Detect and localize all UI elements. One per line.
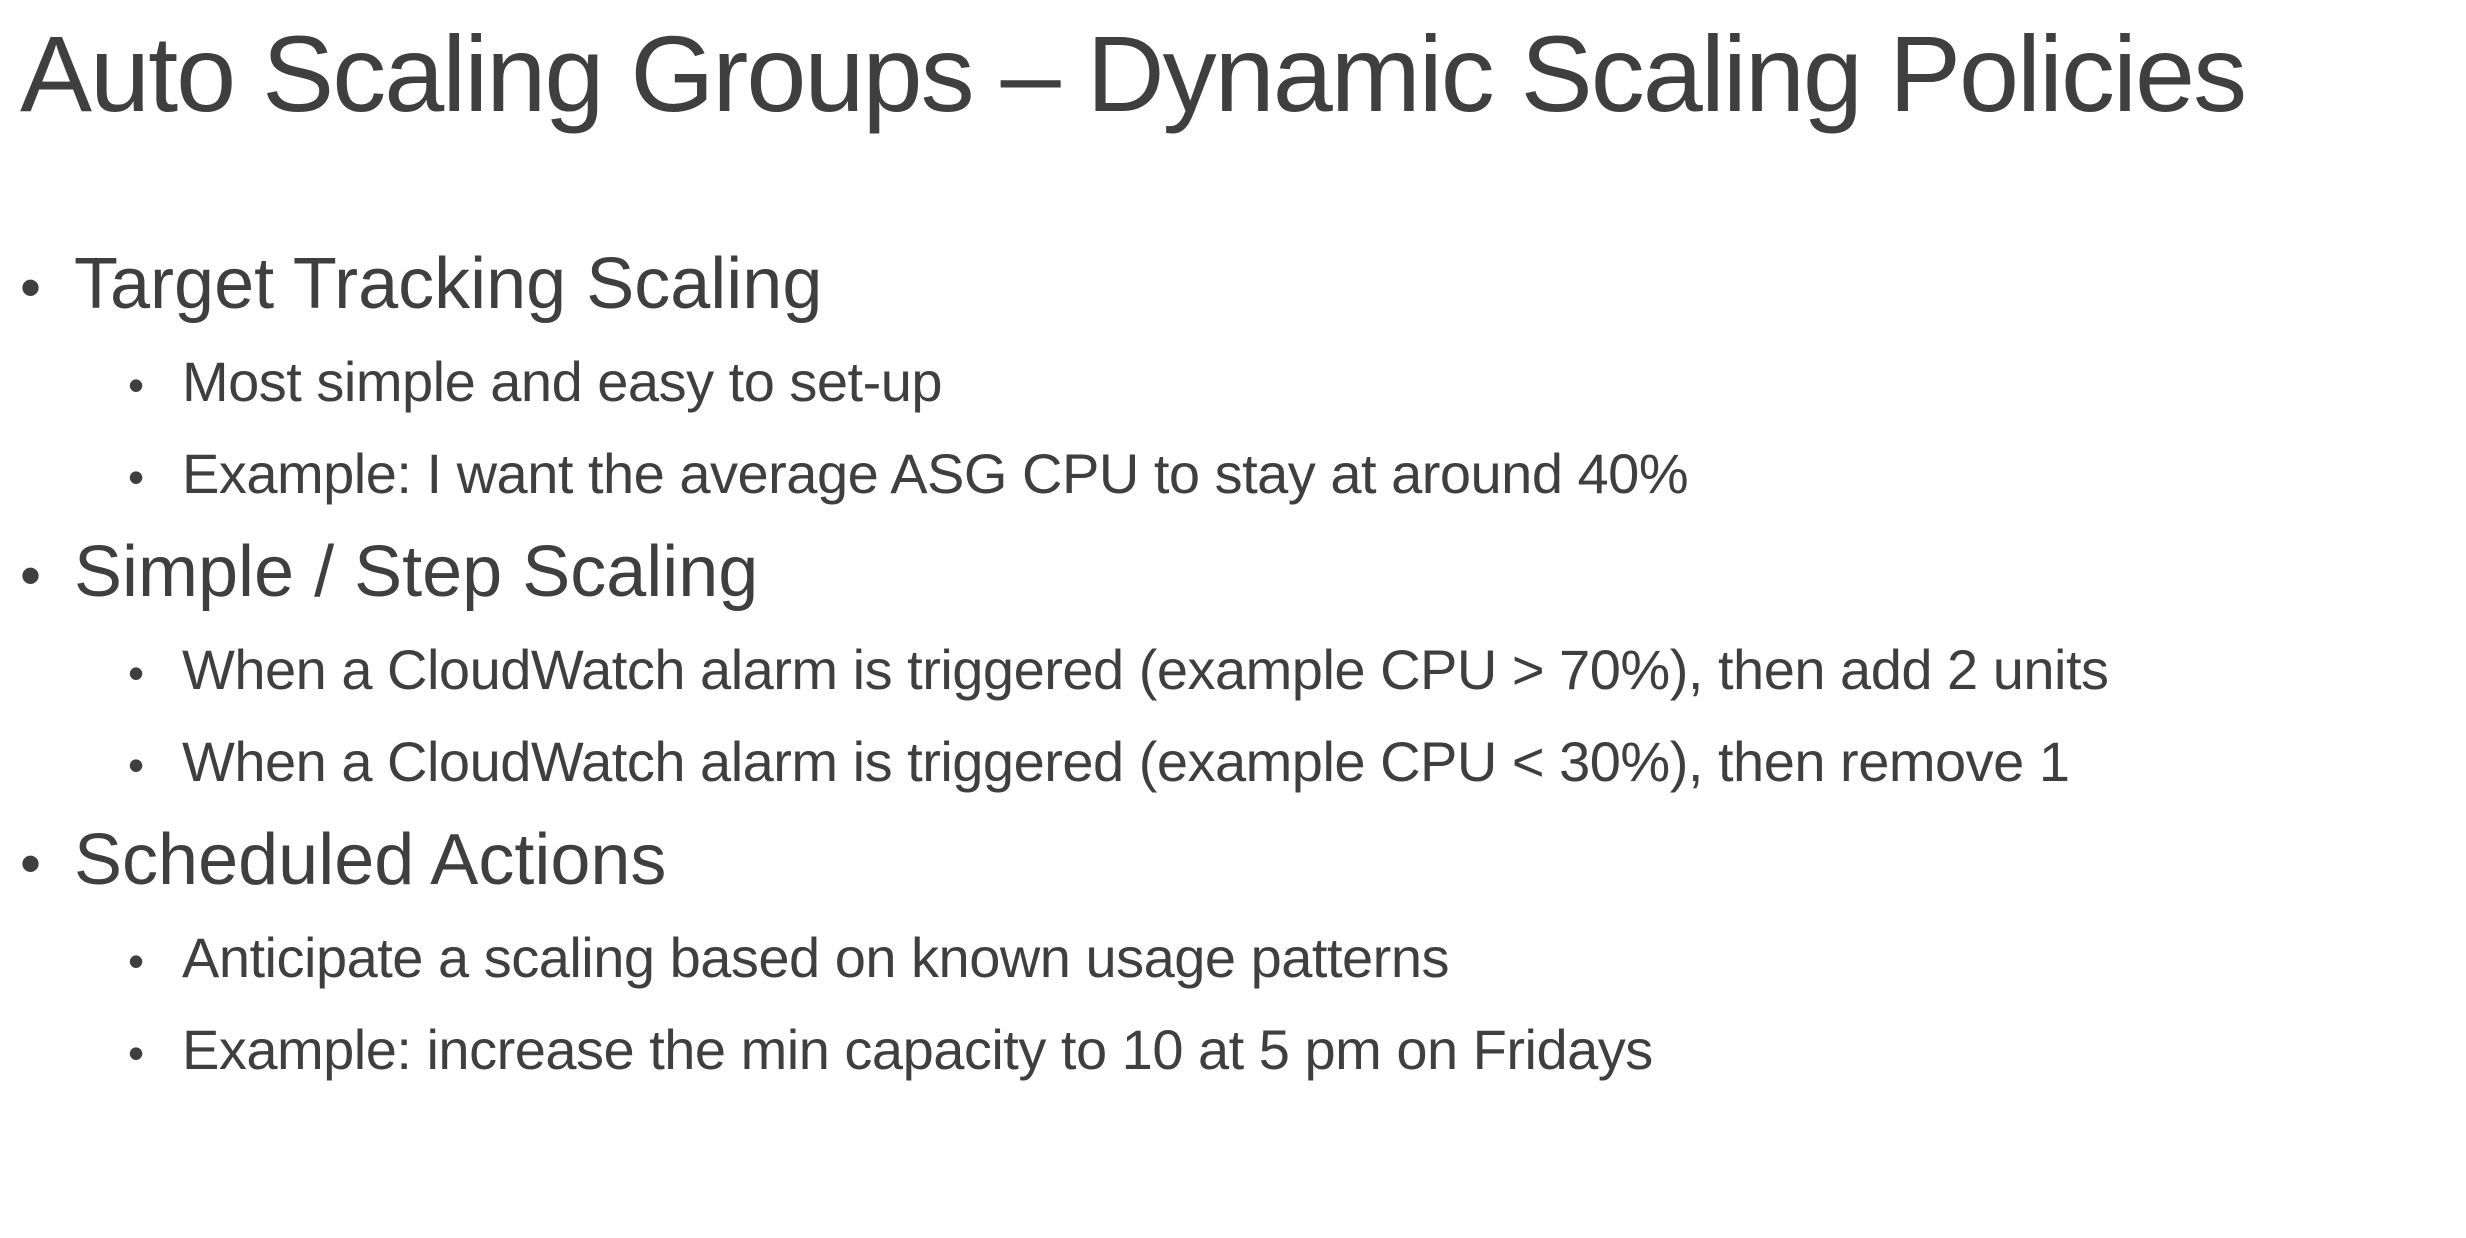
sub-bullet: • Anticipate a scaling based on known us… xyxy=(20,912,2450,1004)
bullet-icon: • xyxy=(20,254,42,321)
sub-bullet-text: When a CloudWatch alarm is triggered (ex… xyxy=(182,730,2070,793)
section-heading-text: Target Tracking Scaling xyxy=(74,244,823,324)
section-simple-step: • Simple / Step Scaling • When a CloudWa… xyxy=(20,520,2450,808)
section-target-tracking: • Target Tracking Scaling • Most simple … xyxy=(20,232,2450,520)
sub-bullet-list: • Most simple and easy to set-up • Examp… xyxy=(20,336,2450,520)
bullet-icon: • xyxy=(20,542,42,609)
section-heading: • Simple / Step Scaling xyxy=(20,520,2450,624)
sub-bullet-list: • When a CloudWatch alarm is triggered (… xyxy=(20,624,2450,808)
section-scheduled-actions: • Scheduled Actions • Anticipate a scali… xyxy=(20,808,2450,1096)
sub-bullet-text: Most simple and easy to set-up xyxy=(182,350,943,413)
sub-bullet-text: Example: increase the min capacity to 10… xyxy=(182,1018,1653,1081)
bullet-icon: • xyxy=(128,935,145,987)
section-heading: • Target Tracking Scaling xyxy=(20,232,2450,336)
sub-bullet: • Most simple and easy to set-up xyxy=(20,336,2450,428)
sub-bullet: • When a CloudWatch alarm is triggered (… xyxy=(20,716,2450,808)
section-heading-text: Scheduled Actions xyxy=(74,820,667,900)
sub-bullet: • When a CloudWatch alarm is triggered (… xyxy=(20,624,2450,716)
section-heading-text: Simple / Step Scaling xyxy=(74,532,759,612)
sub-bullet: • Example: increase the min capacity to … xyxy=(20,1004,2450,1096)
bullet-icon: • xyxy=(20,830,42,897)
slide-title: Auto Scaling Groups – Dynamic Scaling Po… xyxy=(20,13,2247,134)
slide: Auto Scaling Groups – Dynamic Scaling Po… xyxy=(0,0,2466,1238)
section-heading: • Scheduled Actions xyxy=(20,808,2450,912)
sub-bullet-text: When a CloudWatch alarm is triggered (ex… xyxy=(182,638,2109,701)
bullet-list: • Target Tracking Scaling • Most simple … xyxy=(20,232,2450,1096)
bullet-icon: • xyxy=(128,647,145,699)
bullet-icon: • xyxy=(128,451,145,503)
bullet-icon: • xyxy=(128,1027,145,1079)
sub-bullet-list: • Anticipate a scaling based on known us… xyxy=(20,912,2450,1096)
sub-bullet-text: Anticipate a scaling based on known usag… xyxy=(182,926,1449,989)
bullet-icon: • xyxy=(128,359,145,411)
sub-bullet-text: Example: I want the average ASG CPU to s… xyxy=(182,442,1689,505)
bullet-icon: • xyxy=(128,739,145,791)
sub-bullet: • Example: I want the average ASG CPU to… xyxy=(20,428,2450,520)
